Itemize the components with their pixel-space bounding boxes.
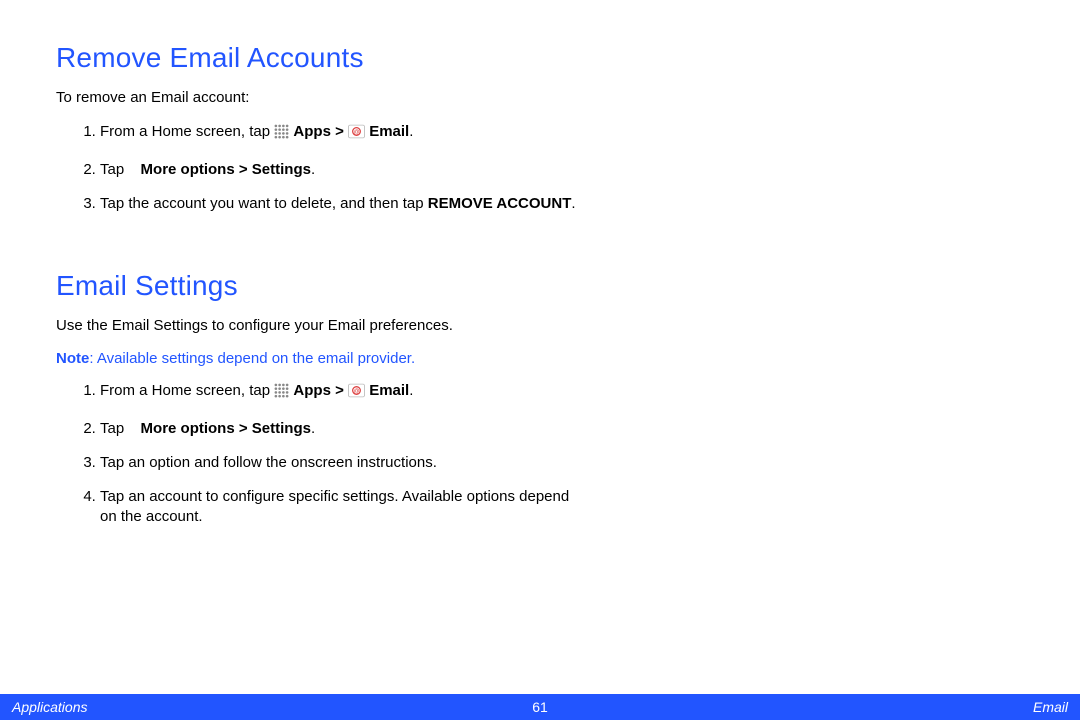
step-2: Tap More options > Settings.	[100, 419, 580, 439]
step-1: From a Home screen, tap Apps > @	[100, 122, 580, 145]
step-text: From a Home screen, tap	[100, 123, 274, 140]
steps-remove: From a Home screen, tap Apps > @	[56, 122, 1024, 214]
period: .	[409, 123, 413, 140]
page-footer: Applications 61 Email	[0, 694, 1080, 720]
more-options-label: More options > Settings	[141, 161, 311, 178]
note-label: Note	[56, 350, 89, 367]
period: .	[409, 382, 413, 399]
page-content: Remove Email Accounts To remove an Email…	[0, 0, 1080, 528]
note-text: : Available settings depend on the email…	[89, 350, 415, 367]
step-1: From a Home screen, tap Apps > @	[100, 381, 580, 404]
step-text: Tap an option and follow the onscreen in…	[100, 454, 437, 471]
more-options-label: More options > Settings	[141, 420, 311, 437]
apps-label: Apps >	[293, 382, 348, 399]
step-3: Tap an option and follow the onscreen in…	[100, 453, 580, 473]
step-text: Tap	[100, 161, 128, 178]
apps-icon	[274, 383, 289, 404]
step-4: Tap an account to configure specific set…	[100, 487, 580, 528]
email-icon: @	[348, 124, 365, 145]
step-text: Tap	[100, 420, 128, 437]
email-label: Email	[369, 382, 409, 399]
step-3: Tap the account you want to delete, and …	[100, 194, 580, 214]
footer-left: Applications	[12, 699, 88, 715]
apps-icon	[274, 124, 289, 145]
step-text: Tap the account you want to delete, and …	[100, 195, 428, 212]
remove-account-label: REMOVE ACCOUNT	[428, 195, 572, 212]
apps-label: Apps >	[293, 123, 348, 140]
step-text: From a Home screen, tap	[100, 382, 274, 399]
heading-remove-email-accounts: Remove Email Accounts	[56, 42, 1024, 74]
intro-settings: Use the Email Settings to configure your…	[56, 316, 516, 336]
period: .	[311, 161, 315, 178]
footer-page-number: 61	[0, 699, 1080, 715]
intro-remove: To remove an Email account:	[56, 88, 1024, 108]
period: .	[571, 195, 575, 212]
steps-settings: From a Home screen, tap Apps > @	[56, 381, 1024, 527]
svg-text:@: @	[354, 389, 360, 395]
period: .	[311, 420, 315, 437]
step-text: Tap an account to configure specific set…	[100, 488, 569, 525]
email-label: Email	[369, 123, 409, 140]
email-icon: @	[348, 383, 365, 404]
heading-email-settings: Email Settings	[56, 270, 1024, 302]
step-2: Tap More options > Settings.	[100, 160, 580, 180]
footer-right: Email	[1033, 699, 1068, 715]
note-line: Note: Available settings depend on the e…	[56, 350, 1024, 367]
svg-text:@: @	[354, 130, 360, 136]
